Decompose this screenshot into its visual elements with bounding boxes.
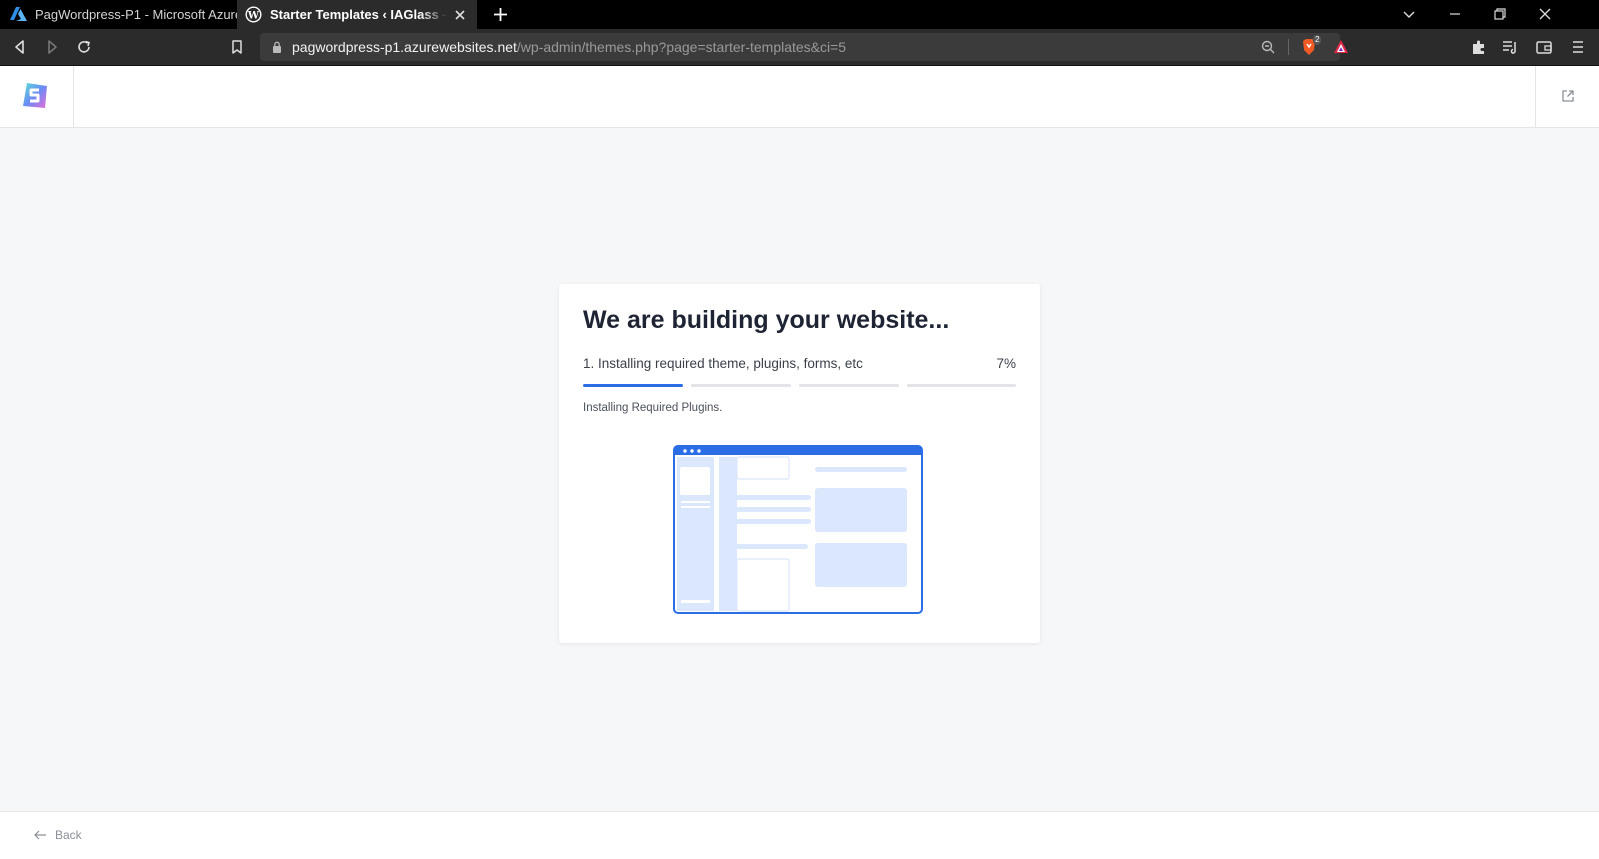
external-link-icon[interactable] [1561, 89, 1575, 103]
forward-nav-icon[interactable] [43, 38, 61, 56]
card-title: We are building your website... [583, 306, 950, 334]
progress-segment-fill [583, 384, 683, 387]
azure-icon [10, 6, 27, 23]
url-text: pagwordpress-p1.azurewebsites.net/wp-adm… [292, 39, 846, 55]
restore-icon[interactable] [1492, 6, 1508, 22]
close-window-icon[interactable] [1537, 6, 1553, 22]
close-tab-icon[interactable] [453, 8, 467, 22]
progress-segment [799, 384, 899, 387]
wordpress-icon: W [245, 6, 262, 23]
url-path: /wp-admin/themes.php?page=starter-templa… [516, 39, 847, 55]
url-host: pagwordpress-p1.azurewebsites.net [292, 39, 517, 55]
preview-cell [1535, 66, 1599, 128]
status-text: Installing Required Plugins. [583, 402, 723, 414]
progress-segment [691, 384, 791, 387]
tab-starter-templates[interactable]: W Starter Templates ‹ IAGlass — WordPres… [237, 0, 477, 29]
back-label: Back [55, 828, 82, 842]
tab-azure[interactable]: PagWordpress-P1 - Microsoft Azure [0, 0, 237, 29]
step-label: 1. Installing required theme, plugins, f… [583, 356, 863, 371]
brave-rewards-icon[interactable] [1332, 38, 1350, 56]
lock-icon [273, 41, 281, 53]
website-wireframe-illustration [673, 445, 923, 614]
back-button[interactable]: Back [34, 828, 82, 842]
wallet-icon[interactable] [1535, 38, 1553, 56]
browser-tab-bar: PagWordpress-P1 - Microsoft Azure W Star… [0, 0, 1599, 29]
step-percent: 7% [996, 356, 1016, 371]
shields-count-badge: 2 [1313, 35, 1322, 45]
footer-bar: Back [0, 811, 1599, 859]
tab-title: Starter Templates ‹ IAGlass — WordPress [270, 7, 447, 22]
bookmark-icon[interactable] [228, 38, 246, 56]
progress-card: We are building your website... 1. Insta… [559, 284, 1040, 643]
logo-cell [0, 66, 74, 128]
browser-toolbar: pagwordpress-p1.azurewebsites.net/wp-adm… [0, 29, 1599, 66]
back-nav-icon[interactable] [11, 38, 29, 56]
arrow-left-icon [34, 830, 46, 840]
minimize-icon[interactable] [1447, 6, 1463, 22]
tab-search-chevron-icon[interactable] [1401, 6, 1417, 22]
playlist-icon[interactable] [1501, 38, 1519, 56]
starter-templates-logo[interactable] [19, 80, 51, 112]
app-header [0, 66, 1599, 128]
new-tab-icon[interactable] [492, 6, 509, 23]
progress-segment [583, 384, 683, 387]
svg-text:W: W [247, 10, 260, 21]
menu-icon[interactable] [1569, 38, 1587, 56]
tab-title: PagWordpress-P1 - Microsoft Azure [35, 7, 237, 22]
zoom-icon[interactable] [1260, 39, 1276, 55]
progress-segment [907, 384, 1016, 387]
reload-icon[interactable] [75, 38, 93, 56]
url-divider [1288, 39, 1289, 55]
address-bar[interactable]: pagwordpress-p1.azurewebsites.net/wp-adm… [260, 33, 1348, 61]
extensions-icon[interactable] [1470, 38, 1488, 56]
